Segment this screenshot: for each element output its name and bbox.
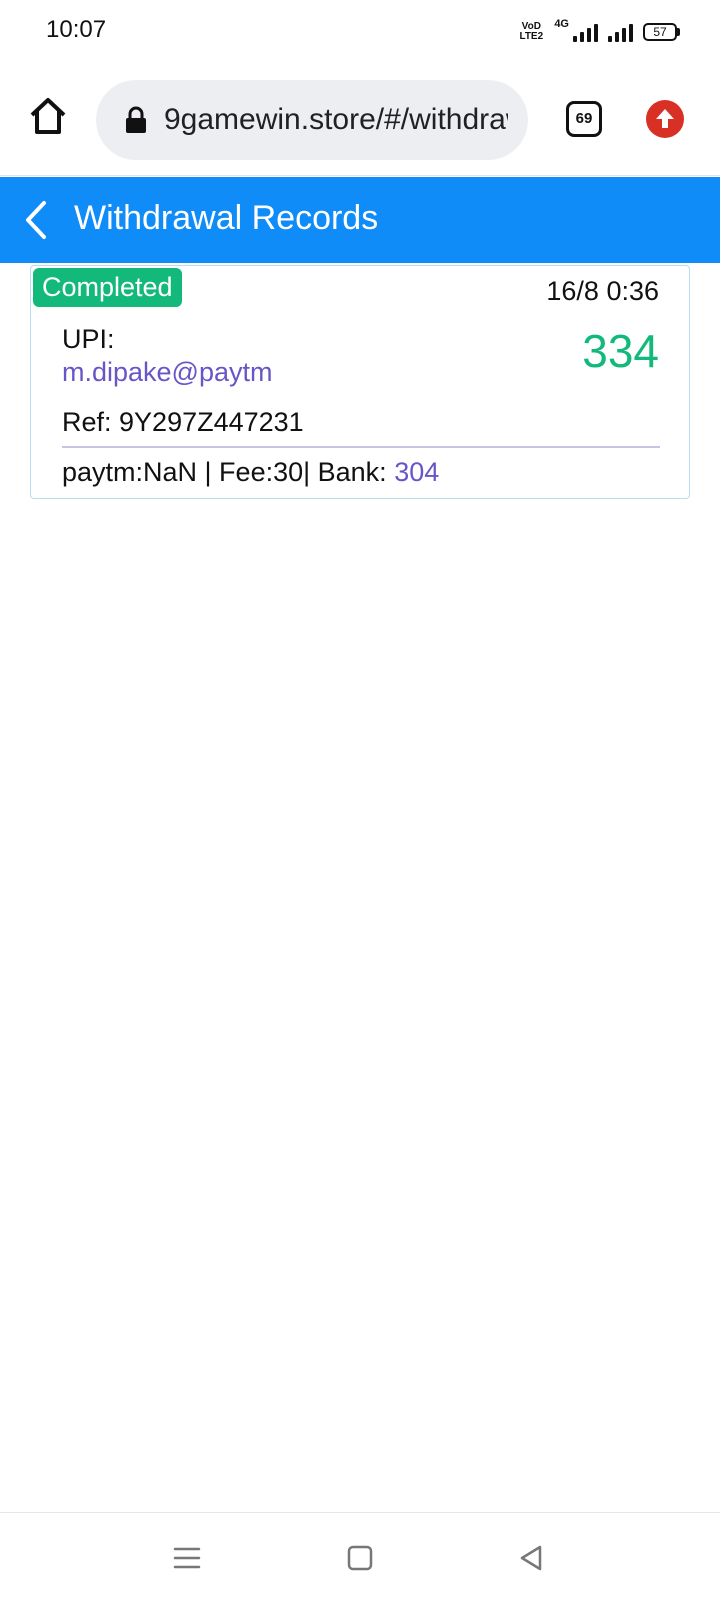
status-bar: 10:07 VoD LTE2 4G 57 bbox=[0, 0, 720, 64]
network-type-text: 4G bbox=[554, 18, 569, 30]
battery-icon: 57 bbox=[643, 23, 680, 41]
status-badge: Completed bbox=[33, 268, 182, 307]
summary-text: paytm:NaN | Fee:30| Bank: bbox=[62, 457, 395, 487]
volte-bottom-text: LTE2 bbox=[519, 31, 544, 42]
withdrawal-amount: 334 bbox=[582, 325, 659, 377]
page-title: Withdrawal Records bbox=[74, 199, 379, 237]
volte-icon: VoD LTE2 bbox=[518, 22, 544, 42]
summary-line: paytm:NaN | Fee:30| Bank: 304 bbox=[62, 457, 439, 488]
browser-toolbar: 9gamewin.store/#/withdrawal 69 bbox=[0, 64, 720, 176]
address-bar[interactable]: 9gamewin.store/#/withdrawal bbox=[96, 80, 528, 160]
battery-level: 57 bbox=[643, 23, 677, 41]
bank-value: 304 bbox=[394, 457, 440, 487]
home-icon[interactable] bbox=[26, 94, 70, 138]
status-icons: VoD LTE2 4G 57 bbox=[518, 18, 680, 46]
ref-label: Ref: bbox=[62, 407, 120, 437]
withdrawal-record-card[interactable]: Completed 16/8 0:36 UPI: m.dipake@paytm … bbox=[30, 265, 690, 499]
divider bbox=[62, 446, 660, 448]
reference-line: Ref: 9Y297Z447231 bbox=[62, 407, 304, 438]
triangle-back-icon[interactable] bbox=[514, 1541, 548, 1575]
upi-label: UPI: bbox=[62, 324, 115, 354]
menu-icon[interactable] bbox=[170, 1541, 204, 1575]
ref-value: 9Y297Z447231 bbox=[119, 407, 304, 437]
update-icon[interactable] bbox=[646, 100, 684, 138]
app-header: Withdrawal Records bbox=[0, 177, 720, 263]
upi-id: m.dipake@paytm bbox=[62, 357, 273, 387]
record-date: 16/8 0:36 bbox=[546, 276, 659, 306]
status-time: 10:07 bbox=[46, 16, 107, 43]
url-text: 9gamewin.store/#/withdrawal bbox=[164, 103, 508, 136]
signal-sim2-icon bbox=[608, 22, 633, 42]
system-nav-bar bbox=[0, 1512, 720, 1600]
square-home-icon[interactable] bbox=[343, 1541, 377, 1575]
chevron-left-icon[interactable] bbox=[18, 199, 58, 241]
tabs-button[interactable]: 69 bbox=[566, 101, 602, 137]
lock-icon bbox=[126, 106, 146, 133]
signal-sim1-icon bbox=[573, 22, 598, 42]
